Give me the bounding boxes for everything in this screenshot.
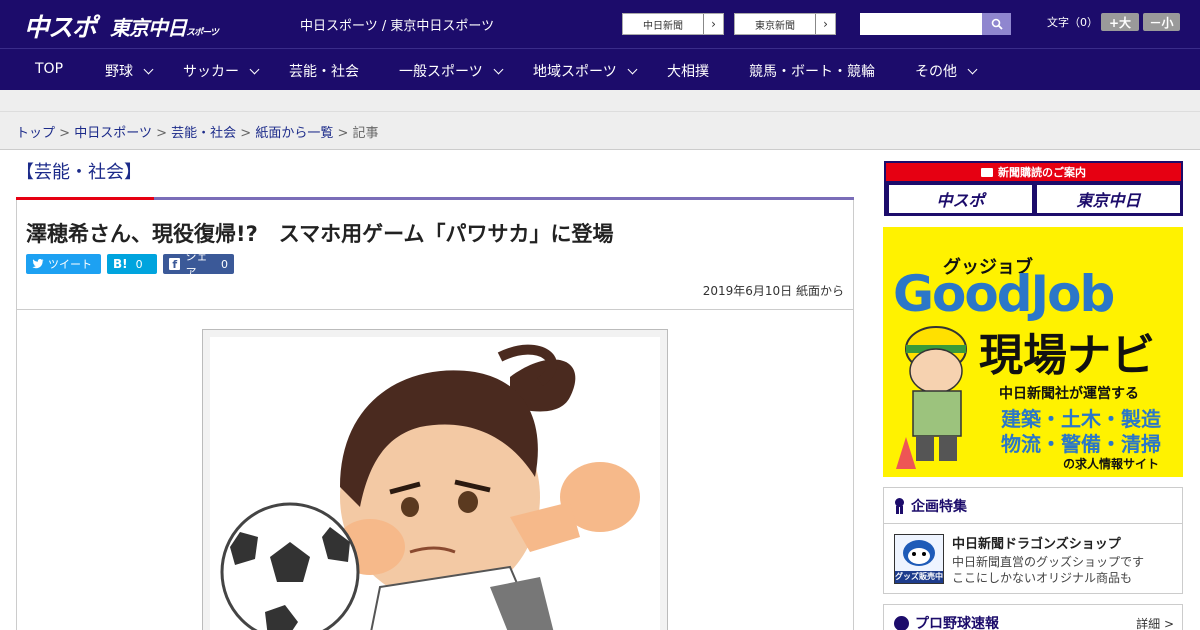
category-title: 【芸能・社会】 [16,162,142,183]
breadcrumb-link-chuspo[interactable]: 中日スポーツ [74,126,152,141]
chunichi-shimbun-label: 中日新聞 [643,20,683,32]
search-icon [991,18,1003,30]
ad-strip [0,90,1200,112]
baseball-scores-box: プロ野球速報 詳細 > [883,604,1183,630]
hatena-count: 0 [135,257,143,271]
nav-label: 競馬・ボート・競輪 [749,64,875,80]
site-header: 中スポ 東京中日スポーツ 中日スポーツ / 東京中日スポーツ 中日新聞 › 東京… [0,0,1200,48]
tweet-label: ツイート [48,258,92,271]
facebook-share-button[interactable]: f シェア 0 [163,250,234,279]
chevron-down-icon [249,64,260,75]
nav-label: サッカー [183,64,239,80]
nav-sumo[interactable]: 大相撲 [667,61,709,81]
article-photo-frame [202,329,668,630]
nav-local-sports[interactable]: 地域スポーツ [533,61,638,81]
chevron-down-icon [967,64,978,75]
article-title: 澤穂希さん、現役復帰!? スマホ用ゲーム「パワサカ」に登場 [26,222,614,246]
nav-label: 一般スポーツ [399,64,483,80]
nav-entertainment[interactable]: 芸能・社会 [289,61,359,81]
font-larger-button[interactable]: +大 [1101,13,1139,31]
facebook-share-label: シェア [185,250,208,279]
breadcrumb-link-top[interactable]: トップ [16,126,55,141]
nav-racing[interactable]: 競馬・ボート・競輪 [749,61,875,81]
newspaper-icon [981,167,993,177]
nav-label: 地域スポーツ [533,64,617,80]
breadcrumb: トップ > 中日スポーツ > 芸能・社会 > 紙面から一覧 > 記事 [16,122,379,141]
main-nav: TOP 野球 サッカー 芸能・社会 一般スポーツ 地域スポーツ 大相撲 競馬・ボ… [0,48,1200,90]
dragons-shop-thumbnail[interactable]: グッズ販売中 [894,534,944,584]
facebook-icon: f [169,258,181,271]
nav-baseball[interactable]: 野球 [105,61,154,81]
subscribe-tokyo-button[interactable]: 東京中日 [1037,185,1180,213]
goodjob-navi: 現場ナビ [979,330,1155,381]
baseball-icon [894,615,909,630]
search-input[interactable] [860,13,982,35]
dragons-shop-thumb-label: グッズ販売中 [895,572,943,581]
nav-label: 芸能・社会 [289,64,359,80]
nav-other[interactable]: その他 [915,61,978,81]
subscription-banner[interactable]: 新聞購読のご案内 中スポ 東京中日 [884,161,1183,216]
goodjob-operator: 中日新聞社が運営する [999,386,1139,402]
font-size-label: 文字（0） [1047,16,1098,29]
breadcrumb-link-list[interactable]: 紙面から一覧 [255,126,333,141]
breadcrumb-separator: > [240,126,252,141]
search-button[interactable] [982,13,1011,35]
chuspo-logo[interactable]: 中スポ [24,8,97,44]
baseball-scores-title: プロ野球速報 [915,616,999,630]
tokyo-shimbun-button[interactable]: 東京新聞 › [734,13,836,35]
character-illustration [220,344,640,630]
nav-top[interactable]: TOP [35,61,63,77]
tweet-button[interactable]: ツイート [26,254,101,274]
breadcrumb-separator: > [337,126,349,141]
feature-header: 企画特集 [884,488,1182,524]
facebook-count: 0 [221,257,228,271]
dragons-shop-desc-line1: 中日新聞直営のグッズショップです [952,555,1145,569]
baseball-scores-header: プロ野球速報 詳細 > [884,605,1182,630]
twitter-icon [32,259,44,269]
subscription-title: 新聞購読のご案内 [886,163,1181,181]
nav-label: 大相撲 [667,64,709,80]
tokyo-chunichi-logo[interactable]: 東京中日スポーツ [110,12,219,41]
goodjob-jobs-line2: 物流・警備・清掃 [1001,432,1161,456]
chevron-down-icon [143,64,154,75]
site-links[interactable]: 中日スポーツ / 東京中日スポーツ [300,15,494,34]
goodjob-footer: の求人情報サイト [1063,457,1160,471]
nav-label: その他 [915,64,957,80]
breadcrumb-separator: > [59,126,71,141]
dragons-shop-title[interactable]: 中日新聞ドラゴンズショップ [952,533,1121,552]
nav-general-sports[interactable]: 一般スポーツ [399,61,504,81]
chevron-down-icon [627,64,638,75]
breadcrumb-link-entertainment[interactable]: 芸能・社会 [171,126,236,141]
subscription-title-text: 新聞購読のご案内 [998,166,1086,179]
chevron-right-icon: › [815,14,835,34]
chevron-down-icon [493,64,504,75]
breadcrumb-current: 記事 [352,126,379,141]
tokyo-logo-small: スポーツ [186,28,219,38]
worker-illustration [896,326,967,469]
baseball-details-link[interactable]: 詳細 > [1136,615,1174,630]
tokyo-shimbun-label: 東京新聞 [755,20,795,32]
nav-label: 野球 [105,64,133,80]
dragons-shop-description: 中日新聞直営のグッズショップです ここにしかないオリジナル商品も [952,554,1177,586]
hatena-icon: B! [113,257,128,271]
subscribe-chuspo-button[interactable]: 中スポ [889,185,1032,213]
tokyo-logo-text: 東京中日 [110,16,187,40]
chunichi-shimbun-button[interactable]: 中日新聞 › [622,13,724,35]
hatena-bookmark-button[interactable]: B! 0 [107,254,157,274]
nav-soccer[interactable]: サッカー [183,61,260,81]
goodjob-ad[interactable]: グッジョブ GoodJob 現場ナビ 中日新聞社が運営する 建築・土木・製造 物… [883,227,1183,477]
feature-box: 企画特集 グッズ販売中 中日新聞ドラゴンズショップ 中日新聞直営のグッズショップ… [883,487,1183,594]
chevron-right-icon: › [703,14,723,34]
feature-title: 企画特集 [911,498,967,515]
font-smaller-button[interactable]: －小 [1143,13,1180,31]
breadcrumb-separator: > [156,126,167,141]
goodjob-title: GoodJob [893,265,1115,323]
article-photo[interactable] [210,337,660,630]
article-date: 2019年6月10日 紙面から [702,284,844,298]
article-divider [16,309,854,310]
dragons-shop-desc-line2: ここにしかないオリジナル商品も [952,571,1133,585]
medal-icon [894,497,905,514]
nav-label: TOP [35,61,64,77]
